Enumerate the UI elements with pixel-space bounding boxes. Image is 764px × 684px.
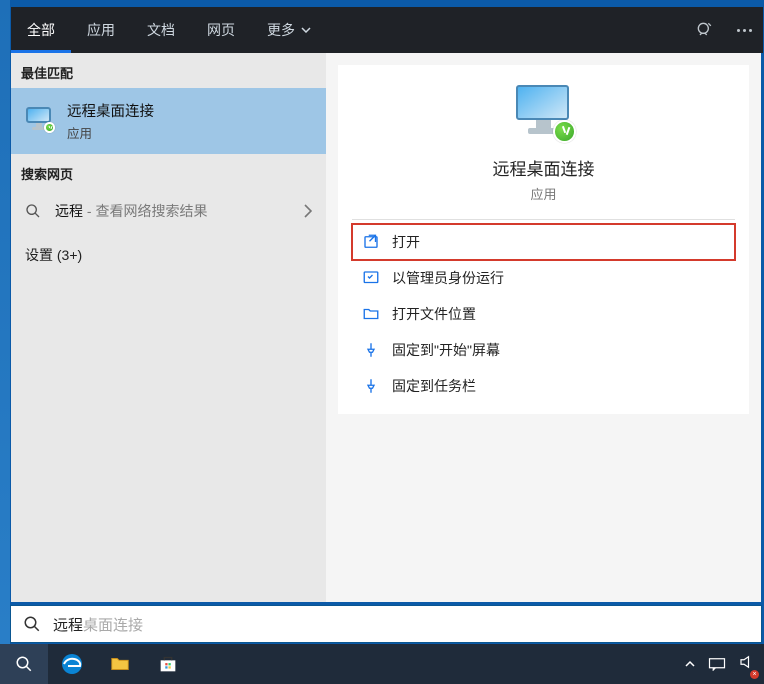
web-hint: - 查看网络搜索结果	[83, 203, 207, 219]
action-pin-to-start-label: 固定到"开始"屏幕	[392, 340, 500, 360]
taskbar-file-explorer[interactable]	[96, 644, 144, 684]
search-bar[interactable]: 远程桌面连接	[10, 605, 762, 643]
action-open-file-location-label: 打开文件位置	[392, 304, 476, 324]
chevron-right-icon	[304, 204, 312, 218]
detail-divider	[352, 219, 735, 220]
action-open[interactable]: 打开	[352, 224, 735, 260]
edge-icon	[60, 652, 84, 676]
folder-icon	[362, 305, 380, 323]
action-open-file-location[interactable]: 打开文件位置	[352, 296, 735, 332]
best-match-title: 远程桌面连接	[67, 100, 154, 121]
search-typed-text: 远程	[53, 617, 83, 634]
chevron-down-icon	[301, 27, 311, 33]
action-open-label: 打开	[392, 232, 420, 252]
action-pin-to-start[interactable]: 固定到"开始"屏幕	[352, 332, 735, 368]
search-input[interactable]: 远程桌面连接	[53, 614, 143, 635]
action-run-as-admin-label: 以管理员身份运行	[392, 268, 504, 288]
settings-results-row[interactable]: 设置 (3+)	[11, 233, 326, 277]
tray-chevron-up-icon[interactable]	[684, 658, 696, 670]
detail-panel: 远程桌面连接 应用 打开 以管理员身份运行 打开文件位置 固定到"开始"屏幕	[326, 53, 761, 602]
tab-more[interactable]: 更多	[251, 7, 327, 53]
search-icon	[25, 203, 41, 219]
open-icon	[362, 233, 380, 251]
tab-all[interactable]: 全部	[11, 7, 71, 53]
search-suggestion-text: 桌面连接	[83, 617, 143, 634]
web-keyword: 远程	[55, 203, 83, 219]
settings-results-label: 设置 (3+)	[25, 245, 82, 265]
action-pin-to-taskbar[interactable]: 固定到任务栏	[352, 368, 735, 404]
folder-icon	[109, 653, 131, 675]
tab-apps[interactable]: 应用	[71, 7, 131, 53]
search-icon	[15, 655, 33, 673]
action-center-icon[interactable]	[708, 657, 726, 671]
search-tabs: 全部 应用 文档 网页 更多	[11, 7, 763, 53]
pin-start-icon	[362, 341, 380, 359]
more-options-icon[interactable]	[737, 29, 752, 32]
taskbar: ×	[0, 644, 764, 684]
detail-title: 远程桌面连接	[352, 155, 735, 180]
store-icon	[157, 653, 179, 675]
tab-more-label: 更多	[267, 7, 295, 53]
tab-docs[interactable]: 文档	[131, 7, 191, 53]
detail-subtitle: 应用	[352, 184, 735, 203]
best-match-subtitle: 应用	[67, 123, 154, 142]
action-run-as-admin[interactable]: 以管理员身份运行	[352, 260, 735, 296]
action-pin-to-taskbar-label: 固定到任务栏	[392, 376, 476, 396]
pin-taskbar-icon	[362, 377, 380, 395]
tab-web[interactable]: 网页	[191, 7, 251, 53]
admin-icon	[362, 269, 380, 287]
taskbar-store[interactable]	[144, 644, 192, 684]
search-web-item[interactable]: 远程 - 查看网络搜索结果	[11, 189, 326, 233]
best-match-header: 最佳匹配	[11, 53, 326, 88]
taskbar-edge[interactable]	[48, 644, 96, 684]
rdc-large-icon	[514, 85, 574, 145]
feedback-icon[interactable]	[695, 20, 715, 40]
search-web-header: 搜索网页	[11, 154, 326, 189]
taskbar-search-button[interactable]	[0, 644, 48, 684]
best-match-item[interactable]: 远程桌面连接 应用	[11, 88, 326, 154]
results-panel: 最佳匹配 远程桌面连接 应用 搜索网页 远程 - 查看网络搜索结果 设置 (3+…	[11, 53, 326, 602]
volume-muted-icon[interactable]: ×	[738, 653, 756, 676]
search-icon	[23, 615, 41, 633]
rdc-icon	[25, 107, 53, 135]
